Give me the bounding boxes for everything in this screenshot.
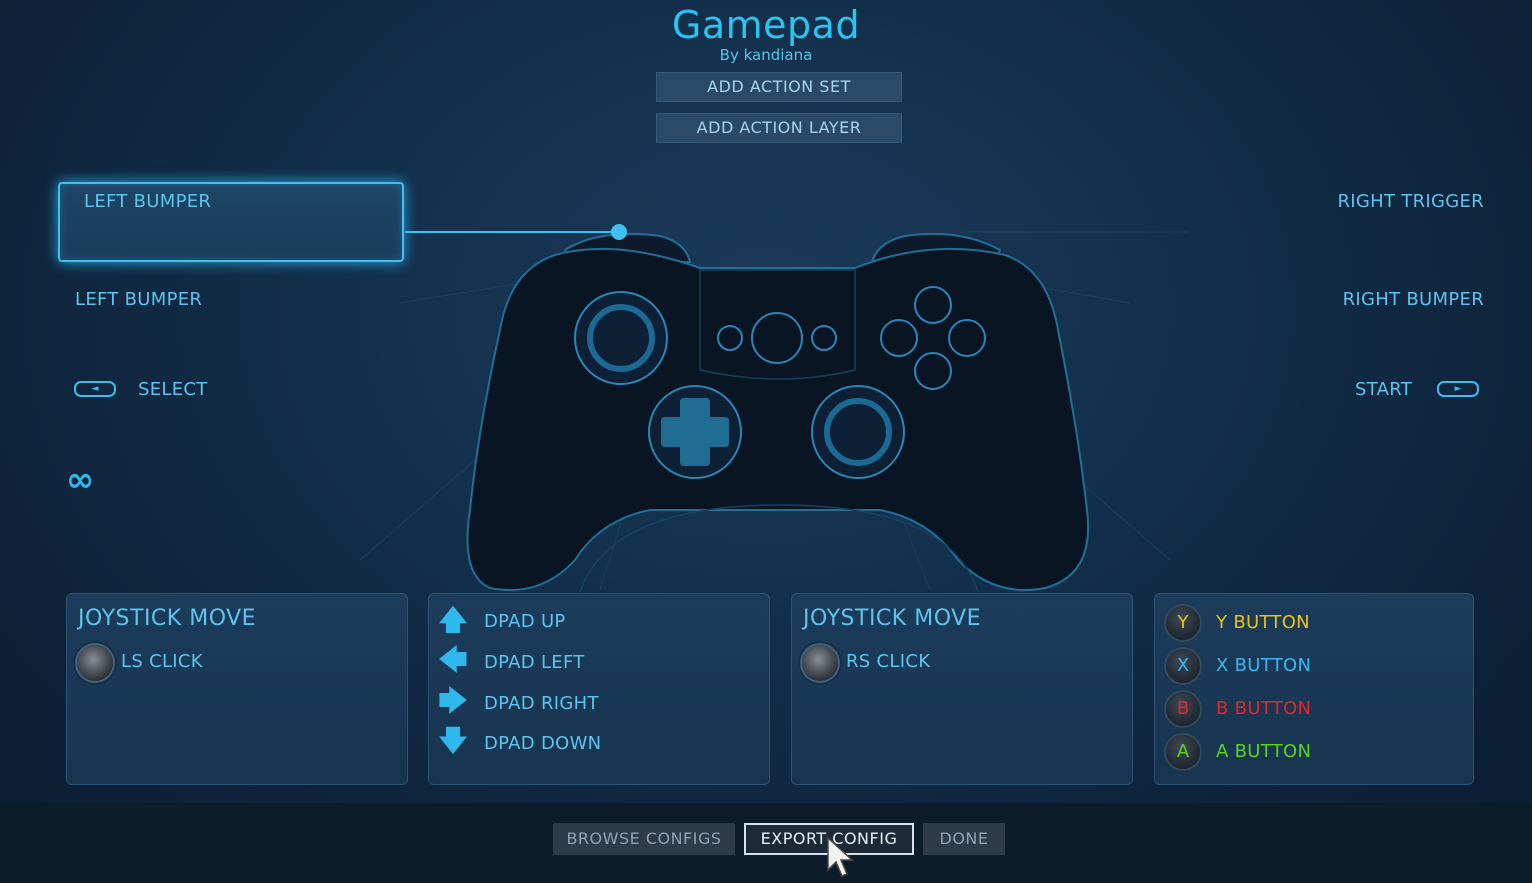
done-button[interactable]: DONE [923, 823, 1005, 855]
rs-click-binding[interactable]: RS CLICK [846, 651, 930, 673]
dpad-up-binding[interactable]: DPAD UP [484, 611, 566, 633]
controller-body [466, 247, 1089, 592]
start-binding[interactable]: START [1355, 379, 1412, 401]
x-button-binding[interactable]: X BUTTON [1216, 655, 1311, 677]
infinity-icon[interactable]: ∞ [66, 463, 104, 497]
right-stick-panel-title: JOYSTICK MOVE [803, 606, 982, 631]
page-title: Gamepad [671, 3, 861, 47]
left-stick-panel-title: JOYSTICK MOVE [78, 606, 257, 631]
b-button-binding[interactable]: B BUTTON [1216, 698, 1311, 720]
left-bumper-anchor-dot [611, 224, 627, 240]
gamepad-config-screen: Gamepad By kandiana ADD ACTION SET ADD A… [0, 0, 1532, 883]
dpad-left-binding[interactable]: DPAD LEFT [484, 652, 585, 674]
x-button-icon: X [1166, 649, 1200, 683]
select-binding[interactable]: SELECT [138, 379, 208, 401]
b-button-icon: B [1166, 692, 1200, 726]
arrow-right-icon: 🡆 [438, 684, 468, 717]
arrow-down-icon: 🡇 [438, 724, 468, 757]
a-button-icon: A [1166, 735, 1200, 769]
ls-click-binding[interactable]: LS CLICK [121, 651, 203, 673]
left-stick-icon [77, 645, 113, 681]
add-action-set-button[interactable]: ADD ACTION SET [656, 72, 902, 102]
add-action-layer-button[interactable]: ADD ACTION LAYER [656, 113, 902, 143]
dpad-panel[interactable] [428, 593, 770, 785]
select-icon: ◄ [74, 381, 116, 397]
browse-configs-button[interactable]: BROWSE CONFIGS [553, 823, 735, 855]
dpad-down-binding[interactable]: DPAD DOWN [484, 733, 601, 755]
y-button-binding[interactable]: Y BUTTON [1216, 612, 1310, 634]
mouse-cursor-icon [827, 836, 854, 877]
arrow-up-icon: 🡅 [438, 603, 468, 636]
dpad-right-binding[interactable]: DPAD RIGHT [484, 693, 599, 715]
left-bumper-binding[interactable]: LEFT BUMPER [75, 289, 202, 311]
right-trigger-binding[interactable]: RIGHT TRIGGER [1337, 191, 1484, 213]
arrow-left-icon: 🡄 [438, 643, 468, 676]
left-bumper-selected-label: LEFT BUMPER [84, 191, 212, 212]
page-subtitle: By kandiana [719, 46, 813, 64]
a-button-binding[interactable]: A BUTTON [1216, 741, 1311, 763]
face-buttons-panel[interactable] [1154, 593, 1474, 785]
right-stick-icon [802, 645, 838, 681]
right-bumper-binding[interactable]: RIGHT BUMPER [1343, 289, 1484, 311]
start-icon: ► [1437, 381, 1479, 397]
y-button-icon: Y [1166, 606, 1200, 640]
